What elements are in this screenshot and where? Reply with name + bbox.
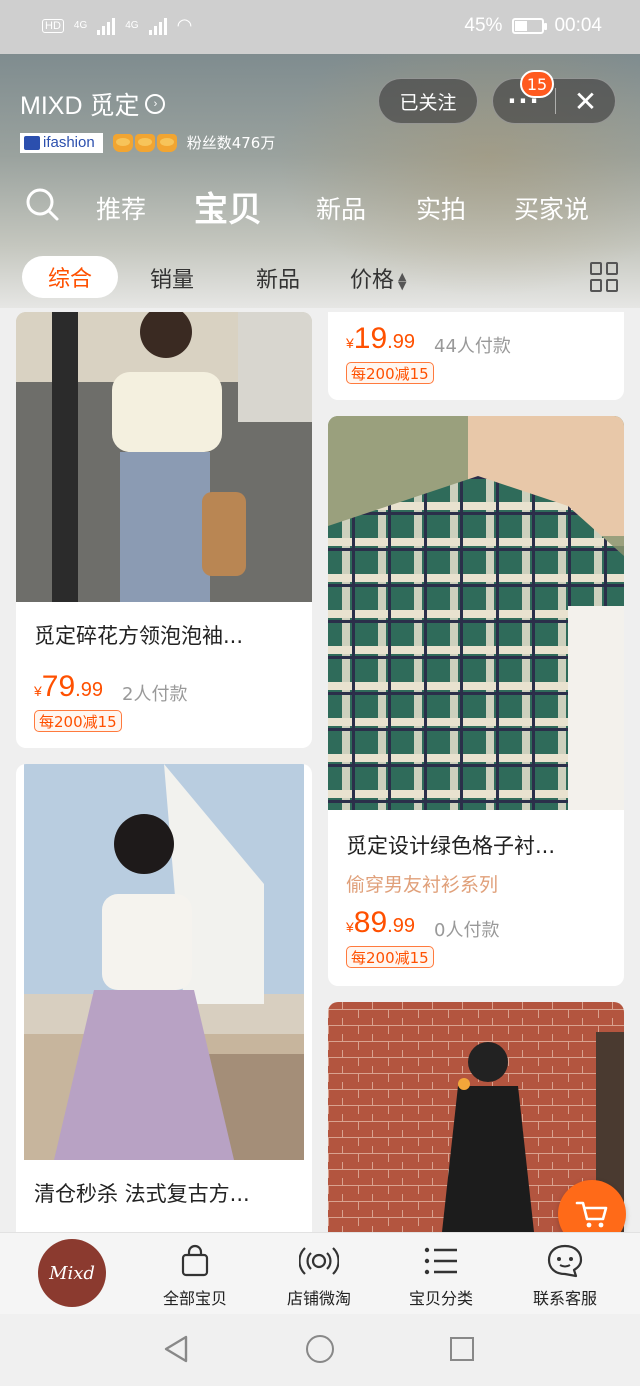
tab-photos[interactable]: 实拍: [416, 190, 466, 226]
nav-all-products-label: 全部宝贝: [162, 1289, 227, 1308]
ifashion-logo-icon: [24, 135, 40, 150]
product-price: ¥79.99: [34, 670, 103, 703]
nav-customer-service-label: 联系客服: [532, 1289, 597, 1308]
battery-icon: [512, 18, 548, 34]
product-price: ¥89.99: [346, 906, 415, 939]
chevron-right-icon: ›: [145, 94, 166, 114]
product-subtitle: 偷穿男友衬衫系列: [346, 874, 499, 896]
nav-categories[interactable]: 宝贝分类: [386, 1241, 496, 1309]
tab-products[interactable]: 宝贝: [194, 182, 262, 231]
grid-view-icon[interactable]: [590, 262, 620, 292]
list-icon: [424, 1247, 457, 1275]
wifi-icon: ◠: [176, 15, 193, 35]
follow-button[interactable]: 已关注: [378, 78, 478, 124]
recent-apps-icon[interactable]: [450, 1337, 474, 1361]
network-4g-label-2: 4G: [125, 20, 139, 31]
search-icon[interactable]: [24, 186, 60, 222]
nav-shop-feed-label: 店铺微淘: [286, 1289, 351, 1308]
product-sold: 44人付款: [434, 336, 511, 357]
cart-icon: [575, 1201, 608, 1228]
ifashion-badge: ifashion: [20, 132, 103, 153]
promo-tag: 每200减15: [346, 946, 434, 968]
filter-new[interactable]: 新品: [256, 262, 300, 294]
nav-shop-feed[interactable]: 店铺微淘: [264, 1241, 374, 1309]
fans-count: 粉丝数476万: [186, 134, 276, 152]
product-card[interactable]: 觅定碎花方领泡泡袖... ¥79.99 2人付款 每200减15: [16, 312, 312, 748]
sort-arrows-icon: ▲ ▼: [398, 270, 407, 292]
shopping-bag-icon: [181, 1244, 209, 1277]
broadcast-icon: [299, 1247, 339, 1275]
tab-recommend[interactable]: 推荐: [96, 190, 146, 226]
product-title: 清仓秒杀 法式复古方...: [34, 1182, 250, 1206]
nav-customer-service[interactable]: 联系客服: [510, 1241, 620, 1309]
hd-label: HD: [42, 18, 64, 33]
network-4g-label: 4G: [73, 20, 88, 31]
status-right: 45% 00:04: [464, 15, 602, 37]
filter-price-label: 价格: [350, 268, 395, 293]
product-price: ¥19.99: [346, 322, 415, 355]
chat-icon: [547, 1244, 583, 1278]
product-title: 觅定碎花方领泡泡袖...: [34, 624, 244, 648]
tab-reviews[interactable]: 买家说: [514, 190, 589, 226]
nav-all-products[interactable]: 全部宝贝: [140, 1241, 250, 1309]
shop-name[interactable]: MIXD 觅定 ›: [20, 86, 166, 122]
shop-logo[interactable]: Mixd: [38, 1239, 106, 1307]
product-card[interactable]: ¥19.99 44人付款 每200减15: [328, 312, 624, 400]
product-title: 觅定设计绿色格子衬...: [346, 834, 556, 858]
crown-rating: [112, 133, 177, 152]
shop-badges: ifashion 粉丝数476万: [20, 132, 275, 153]
signal-icon: [97, 17, 116, 35]
product-image: [24, 764, 304, 1160]
promo-tag: 每200减15: [346, 362, 434, 384]
crown-icon: [134, 133, 155, 152]
product-sold: 2人付款: [122, 684, 188, 705]
filter-sales[interactable]: 销量: [150, 262, 194, 294]
close-button[interactable]: ✕: [556, 78, 615, 124]
crown-icon: [112, 133, 133, 152]
capsule-menu: ··· ✕: [492, 78, 616, 124]
ifashion-label: ifashion: [43, 134, 95, 151]
network-indicators: HD 4G 4G ◠: [42, 15, 192, 36]
tab-new[interactable]: 新品: [316, 190, 366, 226]
product-card[interactable]: 觅定设计绿色格子衬... 偷穿男友衬衫系列 ¥89.99 0人付款 每200减1…: [328, 416, 624, 986]
battery-percent: 45%: [464, 15, 503, 36]
system-nav-bar: [0, 1314, 640, 1386]
nav-categories-label: 宝贝分类: [408, 1289, 473, 1308]
filter-comprehensive[interactable]: 综合: [22, 256, 118, 298]
crown-icon: [156, 133, 177, 152]
promo-tag: 每200减15: [34, 710, 122, 732]
product-image: [328, 416, 624, 810]
product-card[interactable]: 清仓秒杀 法式复古方...: [16, 764, 312, 1232]
shop-tabs: 推荐 宝贝 新品 实拍 买家说: [0, 176, 640, 232]
clock: 00:04: [554, 15, 602, 36]
shop-name-text: MIXD 觅定: [20, 92, 140, 120]
home-icon[interactable]: [306, 1335, 334, 1363]
filter-price[interactable]: 价格 ▲ ▼: [350, 262, 406, 294]
shop-bottom-nav: Mixd 全部宝贝 店铺微淘 宝贝分类 联系客服: [0, 1232, 640, 1314]
status-bar: HD 4G 4G ◠ 45% 00:04: [0, 0, 640, 54]
message-count-badge: 15: [520, 70, 554, 98]
back-icon[interactable]: [162, 1334, 190, 1364]
product-sold: 0人付款: [434, 920, 500, 941]
product-image: [16, 312, 312, 602]
signal-icon-2: [148, 17, 167, 35]
filter-bar: 综合 销量 新品 价格 ▲ ▼: [0, 248, 640, 308]
